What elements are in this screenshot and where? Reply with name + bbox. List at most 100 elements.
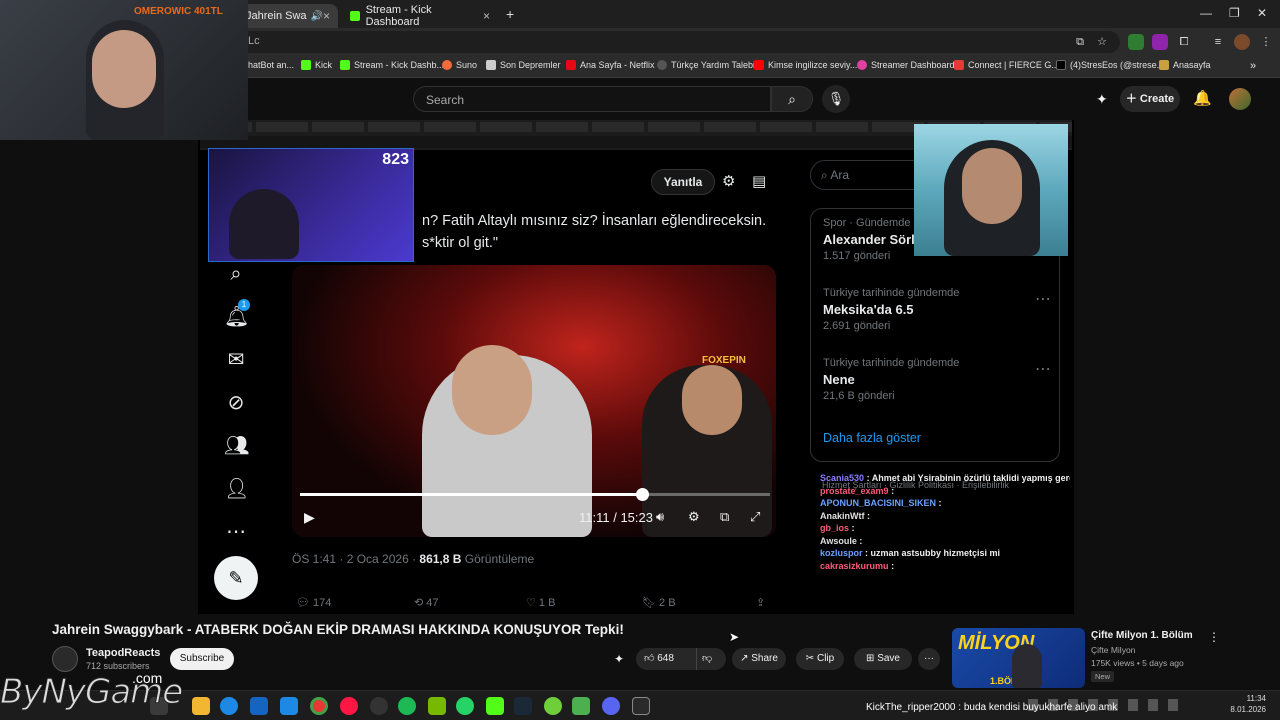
chat-username[interactable]: cakrasizkurumu (820, 561, 889, 571)
file-explorer-icon[interactable] (192, 697, 210, 715)
chat-username[interactable]: kozluspor (820, 548, 863, 558)
volume-icon[interactable]: 🔊︎ (656, 509, 664, 525)
extension-icon[interactable] (1152, 34, 1168, 50)
bookmark-item[interactable]: Kimse ingilizce seviy... (754, 60, 857, 70)
communities-icon[interactable]: 👥︎ (224, 434, 249, 458)
trend-item[interactable]: Türkiye tarihinde gündemde Meksika'da 6.… (823, 287, 959, 332)
subscribe-button[interactable]: Subscribe (170, 648, 234, 670)
messages-icon[interactable]: ✉ (224, 348, 248, 372)
obs-icon[interactable] (370, 697, 388, 715)
more-icon[interactable]: ⋯ (224, 520, 248, 544)
speaker-icon[interactable]: 🔊 (311, 11, 323, 22)
bookmark-item[interactable]: Connect | FIERCE G... (954, 60, 1059, 70)
bookmark-item[interactable]: Anasayfa (1159, 60, 1211, 70)
account-avatar[interactable] (1229, 88, 1251, 110)
create-button[interactable]: ＋ Create (1120, 86, 1180, 112)
share-icon[interactable]: ⇪ (756, 596, 765, 609)
steam-icon[interactable] (514, 697, 532, 715)
menu-kebab-icon[interactable]: ⋮ (1258, 34, 1274, 50)
progress-handle[interactable] (635, 488, 649, 501)
bookmark-item[interactable]: (4)StresEos (@strese... (1056, 60, 1164, 70)
search-icon[interactable]: ⌕ (771, 86, 813, 112)
embedded-video[interactable]: FOXEPIN ▶ 11:11 / 15:23 🔊︎ ⚙ ⧉ ⤢ (292, 265, 776, 537)
progress-track[interactable] (300, 488, 770, 501)
new-tab-button[interactable]: + (506, 6, 514, 22)
reply-button[interactable]: Yanıtla (651, 169, 715, 195)
like-action[interactable]: ♡ 1 B (526, 596, 555, 609)
pip-icon[interactable]: ⧉ (720, 509, 729, 525)
search-input[interactable]: Search (413, 86, 771, 112)
bookmark-item[interactable]: Suno (442, 60, 477, 70)
epic-games-icon[interactable] (632, 697, 650, 715)
repost-action[interactable]: ⟲ 47 (414, 596, 439, 609)
reply-action[interactable]: 💬︎ 174 (296, 596, 331, 609)
trend-item[interactable]: Türkiye tarihinde gündemde Nene 21,6 B g… (823, 357, 959, 402)
bookmark-star-icon[interactable]: ☆ (1094, 34, 1110, 50)
recommended-thumbnail[interactable]: MİLYON 1.BÖLÜM (952, 628, 1085, 688)
fullscreen-icon[interactable]: ⤢ (750, 509, 760, 525)
chat-username[interactable]: APONUN_BACISINI_SIKEN (820, 498, 936, 508)
outlook-icon[interactable] (280, 697, 298, 715)
tab-youtube-video[interactable]: Jahrein Swaggybark - ATABE 🔊 × (238, 4, 338, 28)
minimize-icon[interactable]: — (1200, 6, 1212, 20)
trend-item[interactable]: Spor · Gündemde Alexander Sörl 1.517 gön… (823, 217, 915, 262)
channel-avatar[interactable] (52, 646, 78, 672)
opera-icon[interactable] (340, 697, 358, 715)
like-button[interactable]: 👍︎ 648 👎︎ (636, 648, 726, 670)
close-icon[interactable]: × (323, 9, 330, 23)
bookmark-item[interactable]: Streamer Dashboard (857, 60, 955, 70)
tab-kick-dashboard[interactable]: Stream - Kick Dashboard × (342, 4, 498, 28)
chat-username[interactable]: gb_ios (820, 523, 849, 533)
bookmark-item[interactable]: hatBot an... (248, 60, 294, 70)
bookmark-item[interactable]: Stream - Kick Dashb... (340, 60, 444, 70)
chat-username[interactable]: Scania530 (820, 473, 864, 483)
recommended-title[interactable]: Çifte Milyon 1. Bölüm (1091, 630, 1193, 641)
bookmark-item[interactable]: Türkçe Yardım Talebi (657, 60, 755, 70)
store-icon[interactable] (250, 697, 268, 715)
show-more-link[interactable]: Daha fazla göster (823, 431, 921, 445)
chat-username[interactable]: prostate_exam9 (820, 486, 889, 496)
more-icon[interactable]: ⋯ (1035, 359, 1051, 379)
discord-icon[interactable] (602, 697, 620, 715)
more-bookmarks-icon[interactable]: » (1250, 60, 1256, 72)
chrome-icon[interactable] (310, 697, 328, 715)
spotify-icon[interactable] (398, 697, 416, 715)
nvidia-icon[interactable] (428, 697, 446, 715)
bookmark-item[interactable]: Kick (301, 60, 332, 70)
more-actions-button[interactable]: ··· (918, 648, 940, 670)
extensions-puzzle-icon[interactable]: ⧠ (1176, 34, 1192, 50)
minecraft-icon[interactable] (572, 697, 590, 715)
extension-icon[interactable] (1128, 34, 1144, 50)
address-bar[interactable]: Lc (238, 31, 1120, 53)
bookmark-item[interactable]: Ana Sayfa - Netflix (566, 60, 655, 70)
play-icon[interactable]: ▶ (304, 509, 315, 526)
grok-icon[interactable]: ⊘ (224, 391, 248, 415)
channel-name[interactable]: TeapodReacts (86, 647, 160, 659)
save-button[interactable]: ⊞ Save (854, 648, 912, 670)
cast-icon[interactable]: ⧉ (1072, 34, 1088, 50)
close-window-icon[interactable]: ✕ (1257, 6, 1267, 20)
creator-studio-icon[interactable]: ✦ (1096, 91, 1108, 108)
bookmark-item[interactable]: Son Depremler (486, 60, 561, 70)
settings-icon[interactable]: ⚙ (688, 509, 700, 525)
compose-post-icon[interactable]: ✎ (214, 556, 258, 600)
profile-avatar-icon[interactable] (1234, 34, 1250, 50)
edge-icon[interactable] (220, 697, 238, 715)
bookmark-action[interactable]: 🔖︎ 2 B (642, 596, 676, 609)
clip-button[interactable]: ✂ Clip (796, 648, 844, 670)
chat-username[interactable]: Awsoule (820, 536, 857, 546)
notifications-bell-icon[interactable]: 🔔 (1193, 89, 1212, 107)
creator-icon[interactable]: ✦ (614, 652, 624, 666)
maximize-icon[interactable]: ❐ (1229, 6, 1240, 20)
chat-username[interactable]: AnakinWtf (820, 511, 865, 521)
thumbs-down-icon[interactable]: 👎︎ (702, 648, 712, 670)
filter-icon[interactable]: ⚙ (722, 172, 735, 190)
kick-icon[interactable] (486, 697, 504, 715)
profile-icon[interactable]: 👤︎ (224, 477, 249, 501)
recommended-channel[interactable]: Çifte Milyon (1091, 645, 1135, 655)
share-button[interactable]: ↗ Share (732, 648, 786, 670)
more-icon[interactable]: ⋯ (1035, 289, 1051, 309)
microphone-icon[interactable]: 🎙 (822, 85, 850, 113)
app-icon[interactable] (544, 697, 562, 715)
search-icon[interactable]: ⌕ (224, 262, 248, 286)
